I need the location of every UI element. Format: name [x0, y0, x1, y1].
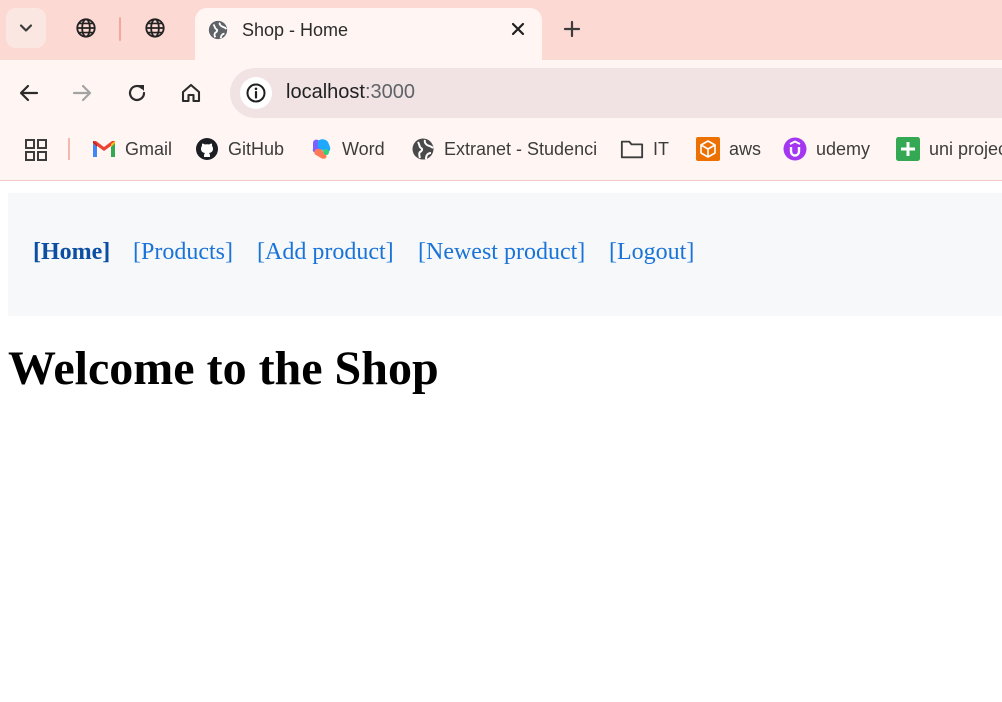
chevron-down-icon: [19, 24, 33, 32]
site-nav: [Home] [Products] [Add product] [Newest …: [8, 193, 1002, 316]
bookmark-label: Gmail: [125, 138, 173, 159]
forward-button[interactable]: [67, 78, 97, 108]
tab-search-button[interactable]: [6, 8, 46, 48]
nav-link-add-product[interactable]: [Add product]: [257, 239, 394, 266]
address-bar[interactable]: localhost:3000: [230, 68, 1002, 118]
site-info-button[interactable]: [240, 77, 272, 109]
globe-icon: [145, 18, 165, 38]
pinned-tab-1[interactable]: [72, 14, 100, 42]
back-button[interactable]: [14, 78, 44, 108]
nav-link-newest-product[interactable]: [Newest product]: [418, 239, 585, 266]
bookmark-label: udemy: [816, 138, 871, 159]
bookmark-aws[interactable]: aws: [696, 136, 761, 162]
tab-strip: Shop - Home: [0, 0, 1002, 60]
aws-icon: [696, 137, 720, 161]
page-content: [Home] [Products] [Add product] [Newest …: [0, 181, 1002, 702]
home-button[interactable]: [176, 78, 206, 108]
word-icon: [309, 137, 333, 161]
tab-title: Shop - Home: [242, 20, 349, 40]
bookmark-udemy[interactable]: udemy: [783, 136, 870, 162]
bookmark-label: GitHub: [228, 138, 285, 159]
nav-link-home[interactable]: [Home]: [33, 239, 110, 266]
arrow-right-icon: [72, 84, 92, 102]
bookmark-word[interactable]: Word: [309, 136, 385, 162]
page-title: Welcome to the Shop: [8, 342, 439, 395]
gmail-icon: [92, 137, 116, 161]
nav-link-logout[interactable]: [Logout]: [609, 239, 694, 266]
active-tab[interactable]: Shop - Home: [195, 8, 542, 60]
info-icon: [246, 83, 266, 103]
globe-icon: [76, 18, 96, 38]
github-icon: [195, 137, 219, 161]
reload-button[interactable]: [122, 78, 152, 108]
bookmark-github[interactable]: GitHub: [195, 136, 284, 162]
tab-separator: [119, 17, 121, 41]
bookmark-extranet[interactable]: Extranet - Studenci: [411, 136, 597, 162]
home-icon: [181, 83, 201, 103]
url-host: localhost: [286, 81, 365, 103]
nav-link-products[interactable]: [Products]: [133, 239, 233, 266]
bookmark-label: Word: [342, 138, 385, 159]
arrow-left-icon: [19, 84, 39, 102]
bookmark-folder-it[interactable]: IT: [620, 136, 669, 162]
plus-icon: [563, 20, 581, 38]
close-icon: [511, 22, 525, 36]
close-tab-button[interactable]: [506, 17, 530, 41]
browser-toolbar: localhost:3000: [0, 60, 1002, 126]
bookmark-uni-projects[interactable]: uni projec: [896, 136, 1002, 162]
bookmark-label: Extranet - Studenci: [444, 138, 598, 159]
folder-icon: [620, 137, 644, 161]
url-port: :3000: [364, 81, 415, 103]
pinned-tab-2[interactable]: [141, 14, 169, 42]
bookmarks-separator: [68, 138, 70, 160]
bookmarks-bar: Gmail GitHub Word Extranet - Studenci IT…: [0, 126, 1002, 181]
bookmark-label: uni projec: [929, 138, 1002, 159]
url-text: localhost:3000: [286, 81, 415, 104]
globe-icon: [208, 20, 228, 40]
sheets-icon: [896, 137, 920, 161]
bookmark-label: aws: [729, 138, 762, 159]
udemy-icon: [783, 137, 807, 161]
bookmark-label: IT: [653, 138, 669, 159]
bookmark-gmail[interactable]: Gmail: [92, 136, 172, 162]
globe-icon: [411, 137, 435, 161]
new-tab-button[interactable]: [558, 15, 586, 43]
apps-grid-icon[interactable]: [24, 138, 48, 162]
reload-icon: [128, 84, 146, 102]
